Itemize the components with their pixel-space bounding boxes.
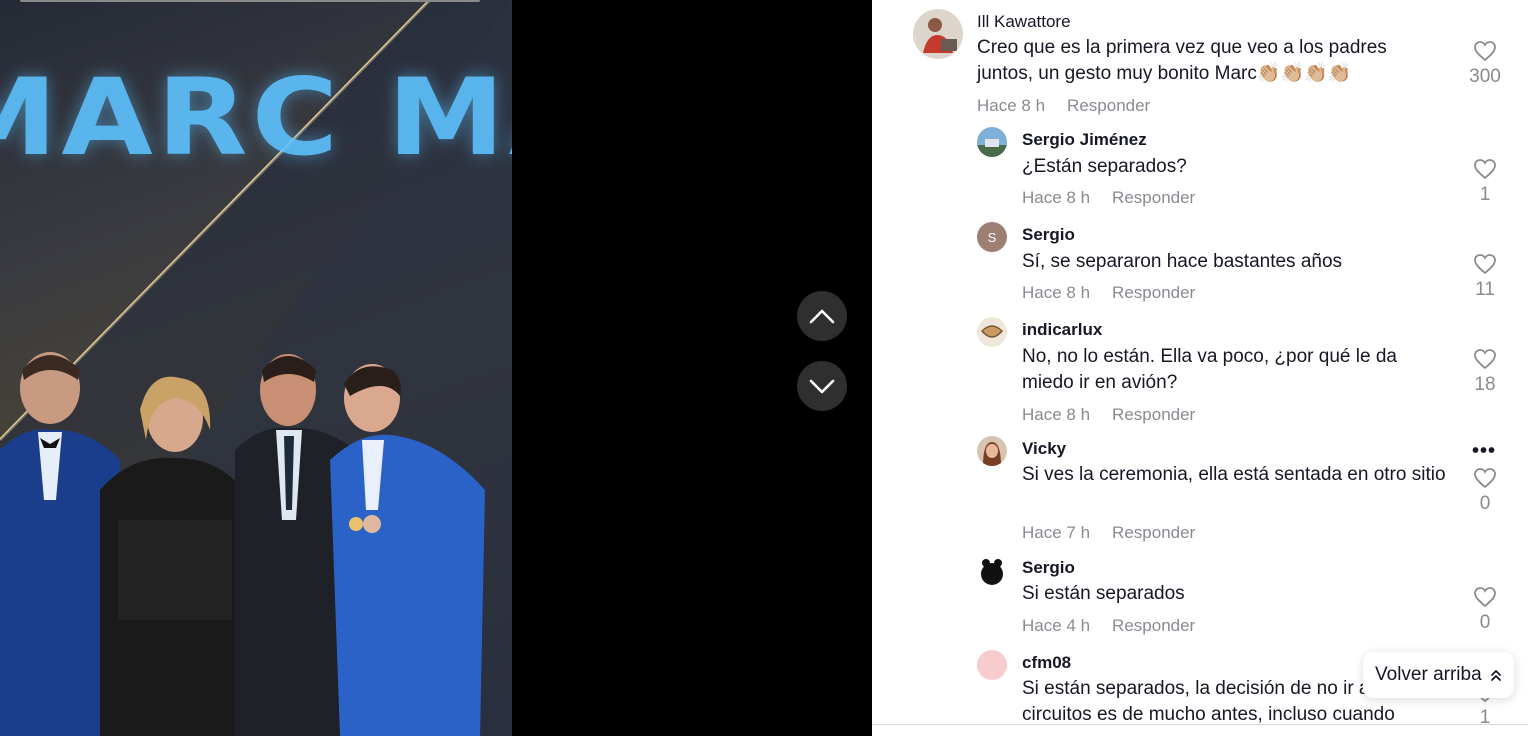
heart-icon: [1474, 587, 1496, 608]
comment-time: Hace 8 h: [977, 96, 1046, 115]
avatar-letter: S: [987, 229, 997, 245]
reply-button[interactable]: Responder: [1112, 188, 1195, 207]
comment-username[interactable]: Ill Kawattore: [977, 12, 1071, 32]
like-count: 18: [1474, 374, 1496, 395]
avatar[interactable]: [977, 317, 1007, 347]
avatar[interactable]: [977, 436, 1007, 466]
comment-username[interactable]: indicarlux: [1022, 320, 1102, 340]
heart-icon: [1474, 159, 1496, 180]
avatar-image: [977, 436, 1007, 466]
comment-time: Hace 4 h: [1022, 616, 1091, 635]
stage-sign-text: MARC MA: [0, 54, 512, 180]
heart-icon: [1474, 468, 1496, 489]
avatar[interactable]: [913, 9, 963, 59]
more-options-button[interactable]: •••: [1472, 441, 1496, 461]
avatar[interactable]: [977, 555, 1007, 585]
comment-username[interactable]: Sergio: [1022, 225, 1075, 245]
like-count: 0: [1479, 612, 1491, 633]
video-area: MARC MA: [0, 0, 872, 736]
comment-time: Hace 8 h: [1022, 283, 1091, 302]
comment-text: Creo que es la primera vez que veo a los…: [977, 37, 1387, 84]
people-on-stage: [0, 352, 485, 736]
like-button[interactable]: 18: [1465, 348, 1505, 396]
like-button[interactable]: 1: [1465, 158, 1505, 206]
avatar-image: [977, 555, 1007, 585]
comment-text: Sí, se separaron hace bastantes años: [1022, 251, 1343, 272]
double-chevron-up-icon: [1490, 670, 1501, 681]
back-to-top-label: Volver arriba: [1375, 664, 1482, 685]
like-count: 0: [1479, 493, 1491, 514]
avatar[interactable]: [977, 650, 1007, 680]
comment-time: Hace 8 h: [1022, 405, 1091, 424]
comment-username[interactable]: Vicky: [1022, 439, 1066, 459]
like-count: 1: [1479, 707, 1491, 728]
like-button[interactable]: 0: [1465, 586, 1505, 634]
like-count: 1: [1479, 184, 1491, 205]
reply-button[interactable]: Responder: [1112, 283, 1195, 302]
chevron-up-icon: [809, 309, 835, 324]
reply-button[interactable]: Responder: [1112, 405, 1195, 424]
avatar[interactable]: [977, 127, 1007, 157]
comment-meta: Hace 8 h Responder: [1022, 405, 1195, 425]
avatar-image: [977, 127, 1007, 157]
like-button[interactable]: 300: [1465, 40, 1505, 88]
chevron-down-icon: [809, 379, 835, 394]
back-to-top-button[interactable]: Volver arriba: [1363, 652, 1514, 698]
comment-text: ¿Están separados?: [1022, 156, 1187, 177]
divider: [872, 724, 1528, 725]
comment-username[interactable]: cfm08: [1022, 653, 1071, 673]
video-player[interactable]: MARC MA: [0, 0, 512, 736]
comment-meta: Hace 7 h Responder: [1022, 523, 1195, 543]
comment-time: Hace 8 h: [1022, 188, 1091, 207]
avatar-image: [977, 317, 1007, 347]
comment-meta: Hace 8 h Responder: [1022, 188, 1195, 208]
heart-icon: [1474, 41, 1496, 62]
comment-username[interactable]: Sergio: [1022, 558, 1075, 578]
like-count: 11: [1475, 279, 1495, 300]
reply-button[interactable]: Responder: [1112, 616, 1195, 635]
comment-username[interactable]: Sergio Jiménez: [1022, 130, 1147, 150]
avatar[interactable]: S: [977, 222, 1007, 252]
comment-text: Si están separados: [1022, 583, 1185, 604]
comment-meta: Hace 8 h Responder: [977, 96, 1150, 116]
comment-time: Hace 7 h: [1022, 523, 1091, 542]
previous-video-button[interactable]: [797, 291, 847, 341]
like-count: 300: [1469, 66, 1501, 87]
comment-meta: Hace 8 h Responder: [1022, 283, 1195, 303]
comment-meta: Hace 4 h Responder: [1022, 616, 1195, 636]
comments-panel: Ill Kawattore Creo que es la primera vez…: [872, 0, 1528, 736]
reply-button[interactable]: Responder: [1112, 523, 1195, 542]
avatar-image: [913, 9, 963, 59]
comment-text: No, no lo están. Ella va poco, ¿por qué …: [1022, 346, 1397, 393]
like-button[interactable]: 0: [1465, 467, 1505, 515]
heart-icon: [1474, 254, 1496, 275]
heart-icon: [1474, 349, 1496, 370]
comment-text: Si ves la ceremonia, ella está sentada e…: [1022, 464, 1446, 485]
like-button[interactable]: 11: [1465, 253, 1505, 301]
next-video-button[interactable]: [797, 361, 847, 411]
reply-button[interactable]: Responder: [1067, 96, 1150, 115]
